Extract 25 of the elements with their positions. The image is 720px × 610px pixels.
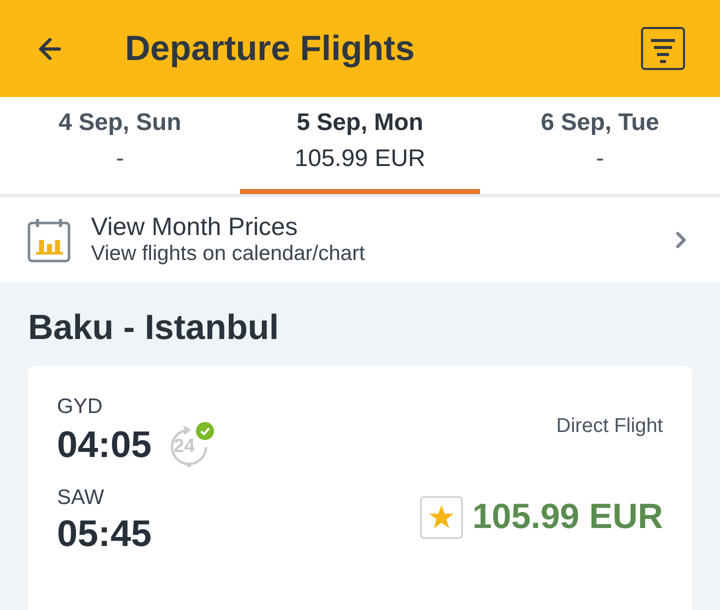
departure-code: GYD <box>57 394 103 418</box>
route-title: Baku - Istanbul <box>28 308 279 348</box>
page-title: Departure Flights <box>125 28 415 70</box>
tab-price: - <box>596 145 604 173</box>
tab-date: 6 Sep, Tue <box>540 109 660 137</box>
arrival-code: SAW <box>57 486 104 510</box>
flight-type: Direct Flight <box>556 414 663 438</box>
calendar-chart-icon <box>27 218 71 262</box>
tab-date: 4 Sep, Sun <box>58 109 182 137</box>
date-tab[interactable]: 4 Sep, Sun - <box>0 97 240 194</box>
departure-time: 04:05 <box>57 424 152 466</box>
tab-price: 105.99 EUR <box>294 145 426 173</box>
hours-label: 24 <box>174 436 195 458</box>
month-prices-title: View Month Prices <box>91 213 298 241</box>
tab-date: 5 Sep, Mon <box>296 109 424 137</box>
filter-icon <box>641 27 685 70</box>
flight-card[interactable]: GYD 04:05 24 Direct Flight SAW 05:45 105.99 EUR <box>28 366 692 610</box>
date-tab[interactable]: 6 Sep, Tue - <box>480 97 720 194</box>
month-prices-subtitle: View flights on calendar/chart <box>91 241 365 267</box>
filter-button[interactable] <box>641 27 685 70</box>
tab-price: - <box>116 145 124 173</box>
month-prices-row[interactable]: View Month Prices View flights on calendar/chart <box>0 198 720 282</box>
check-badge-icon <box>196 422 214 440</box>
flight-price: 105.99 EUR <box>472 496 663 538</box>
arrival-time: 05:45 <box>57 512 152 554</box>
